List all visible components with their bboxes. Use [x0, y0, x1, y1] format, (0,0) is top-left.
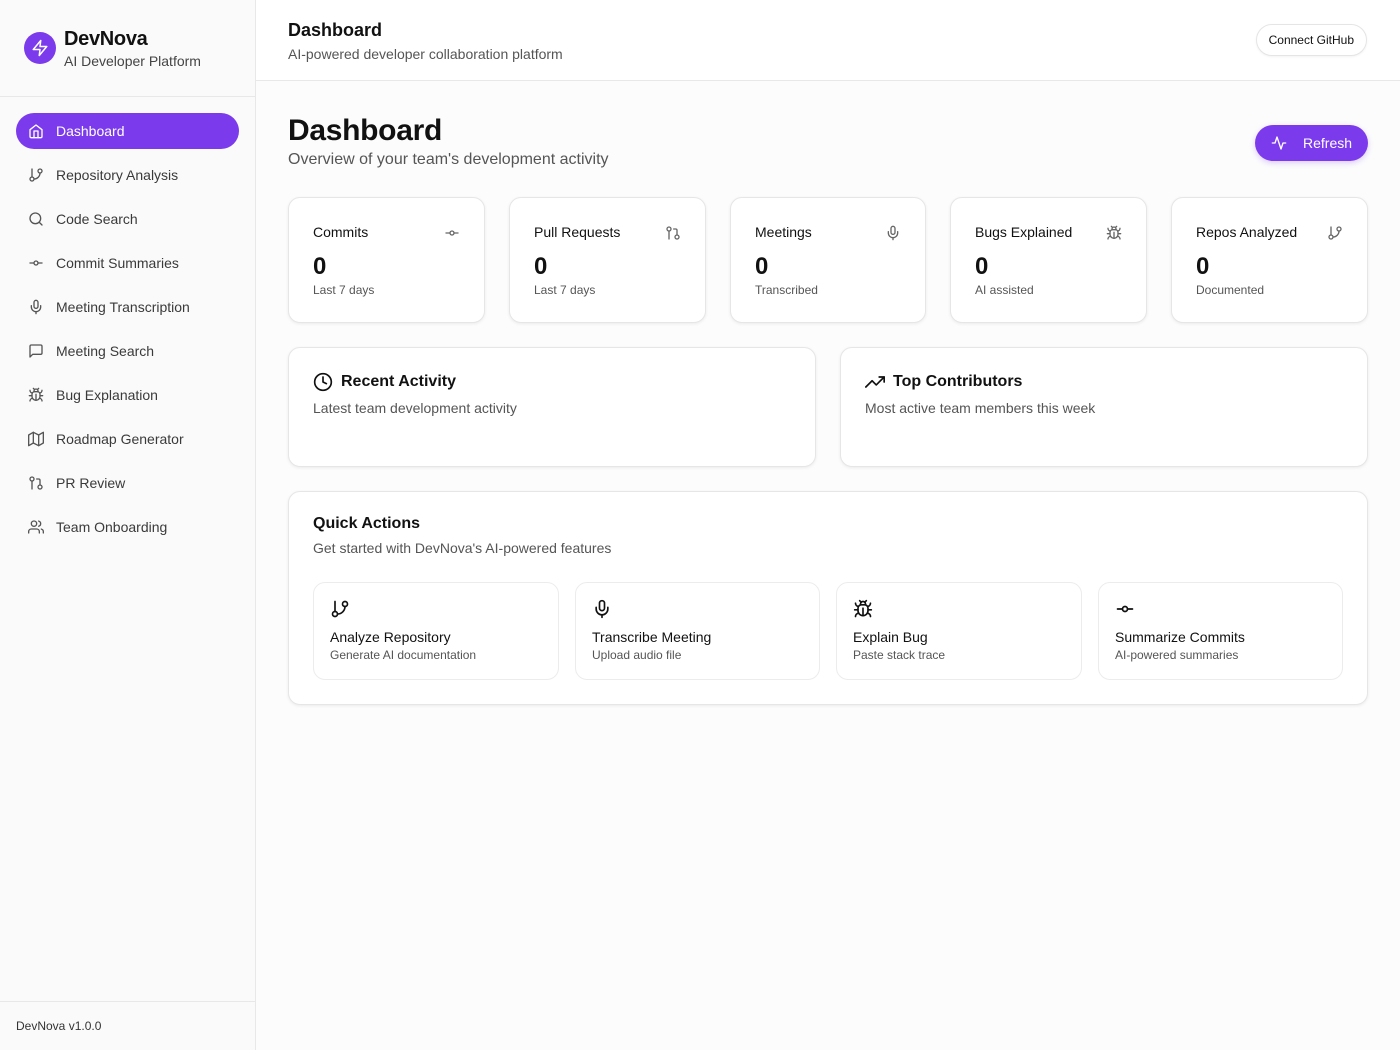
top-header: Dashboard AI-powered developer collabora…: [256, 0, 1400, 81]
quick-action-transcribe-meeting[interactable]: Transcribe Meeting Upload audio file: [575, 582, 820, 680]
stat-card-commits: Commits 0 Last 7 days: [288, 197, 485, 323]
quick-actions-title: Quick Actions: [313, 515, 420, 532]
sidebar-item-code-search[interactable]: Code Search: [16, 201, 239, 237]
stat-label: Commits: [313, 224, 369, 240]
quick-action-analyze-repository[interactable]: Analyze Repository Generate AI documenta…: [313, 582, 559, 680]
stat-label: Bugs Explained: [975, 224, 1073, 240]
sidebar-item-label: Meeting Search: [56, 343, 155, 359]
map-icon: [28, 431, 44, 447]
trending-up-icon: [865, 372, 885, 392]
sidebar-item-dashboard[interactable]: Dashboard: [16, 113, 239, 149]
sidebar-item-team-onboarding[interactable]: Team Onboarding: [16, 509, 239, 545]
recent-activity-panel: Recent Activity Latest team development …: [288, 347, 816, 467]
sidebar-item-pr-review[interactable]: PR Review: [16, 465, 239, 501]
stat-note: Documented: [1196, 283, 1265, 297]
bug-icon: [1106, 225, 1122, 241]
page-title: Dashboard: [288, 114, 442, 147]
mic-icon: [28, 299, 44, 315]
refresh-button[interactable]: Refresh: [1255, 125, 1368, 161]
stat-note: Transcribed: [755, 283, 818, 297]
version-label: DevNova v1.0.0: [0, 1001, 255, 1050]
stat-card-bugs-explained: Bugs Explained 0 AI assisted: [950, 197, 1147, 323]
sidebar-item-label: Roadmap Generator: [56, 431, 184, 447]
brand-name: DevNova: [64, 27, 148, 50]
stat-value: 0: [313, 253, 327, 280]
git-pull-request-icon: [665, 225, 681, 241]
users-icon: [28, 519, 44, 535]
bug-icon: [853, 599, 873, 619]
zap-logo-icon: [24, 32, 56, 64]
top-contributors-title: Top Contributors: [893, 373, 1023, 390]
quick-action-desc: Upload audio file: [592, 648, 682, 662]
mic-icon: [592, 599, 612, 619]
quick-action-label: Summarize Commits: [1115, 629, 1245, 645]
stat-card-repos-analyzed: Repos Analyzed 0 Documented: [1171, 197, 1368, 323]
stat-note: Last 7 days: [534, 283, 596, 297]
git-commit-icon: [28, 255, 44, 271]
git-branch-icon: [28, 167, 44, 183]
sidebar-item-commit-summaries[interactable]: Commit Summaries: [16, 245, 239, 281]
stat-value: 0: [755, 253, 769, 280]
clock-icon: [313, 372, 333, 392]
quick-actions-subtitle: Get started with DevNova's AI-powered fe…: [313, 540, 612, 556]
brand: DevNova AI Developer Platform: [0, 0, 255, 97]
quick-action-desc: Paste stack trace: [853, 648, 946, 662]
stat-value: 0: [1196, 253, 1210, 280]
quick-action-desc: Generate AI documentation: [330, 648, 477, 662]
git-pull-request-icon: [28, 475, 44, 491]
header-title: Dashboard: [288, 20, 383, 40]
sidebar-item-label: Dashboard: [56, 123, 125, 139]
message-square-icon: [28, 343, 44, 359]
sidebar: DevNova AI Developer Platform Dashboard …: [0, 0, 256, 1050]
search-icon: [28, 211, 44, 227]
quick-action-label: Explain Bug: [853, 629, 928, 645]
quick-action-summarize-commits[interactable]: Summarize Commits AI-powered summaries: [1098, 582, 1343, 680]
git-commit-icon: [1115, 599, 1135, 619]
stat-note: AI assisted: [975, 283, 1034, 297]
recent-activity-title: Recent Activity: [341, 373, 456, 390]
stat-note: Last 7 days: [313, 283, 375, 297]
sidebar-item-label: Bug Explanation: [56, 387, 158, 403]
bug-icon: [28, 387, 44, 403]
quick-action-label: Analyze Repository: [330, 629, 451, 645]
quick-actions-panel: Quick Actions Get started with DevNova's…: [288, 491, 1368, 705]
git-commit-icon: [444, 225, 460, 241]
connect-github-button[interactable]: Connect GitHub: [1255, 24, 1367, 56]
home-icon: [28, 123, 44, 139]
top-contributors-subtitle: Most active team members this week: [865, 400, 1096, 416]
header-subtitle: AI-powered developer collaboration platf…: [288, 46, 563, 62]
stat-card-pull-requests: Pull Requests 0 Last 7 days: [509, 197, 706, 323]
sidebar-item-label: Code Search: [56, 211, 138, 227]
quick-action-explain-bug[interactable]: Explain Bug Paste stack trace: [836, 582, 1082, 680]
top-contributors-panel: Top Contributors Most active team member…: [840, 347, 1368, 467]
stat-label: Pull Requests: [534, 224, 621, 240]
brand-subtitle: AI Developer Platform: [64, 52, 201, 69]
sidebar-item-roadmap-generator[interactable]: Roadmap Generator: [16, 421, 239, 457]
stat-card-meetings: Meetings 0 Transcribed: [730, 197, 926, 323]
recent-activity-subtitle: Latest team development activity: [313, 400, 517, 416]
sidebar-item-label: PR Review: [56, 475, 126, 491]
sidebar-item-meeting-transcription[interactable]: Meeting Transcription: [16, 289, 239, 325]
sidebar-item-repository-analysis[interactable]: Repository Analysis: [16, 157, 239, 193]
stat-label: Repos Analyzed: [1196, 224, 1298, 240]
git-branch-icon: [330, 599, 350, 619]
stat-value: 0: [975, 253, 989, 280]
git-branch-icon: [1327, 225, 1343, 241]
stat-value: 0: [534, 253, 548, 280]
sidebar-item-bug-explanation[interactable]: Bug Explanation: [16, 377, 239, 413]
sidebar-item-meeting-search[interactable]: Meeting Search: [16, 333, 239, 369]
sidebar-item-label: Team Onboarding: [56, 519, 168, 535]
quick-action-desc: AI-powered summaries: [1115, 648, 1239, 662]
stat-label: Meetings: [755, 224, 812, 240]
sidebar-nav: Dashboard Repository Analysis Code Searc…: [0, 97, 255, 545]
quick-action-label: Transcribe Meeting: [592, 629, 712, 645]
refresh-label: Refresh: [1303, 135, 1353, 151]
sidebar-item-label: Meeting Transcription: [56, 299, 190, 315]
sidebar-item-label: Repository Analysis: [56, 167, 179, 183]
page-subtitle: Overview of your team's development acti…: [288, 151, 609, 168]
sidebar-item-label: Commit Summaries: [56, 255, 179, 271]
mic-icon: [885, 225, 901, 241]
activity-icon: [1271, 135, 1287, 151]
